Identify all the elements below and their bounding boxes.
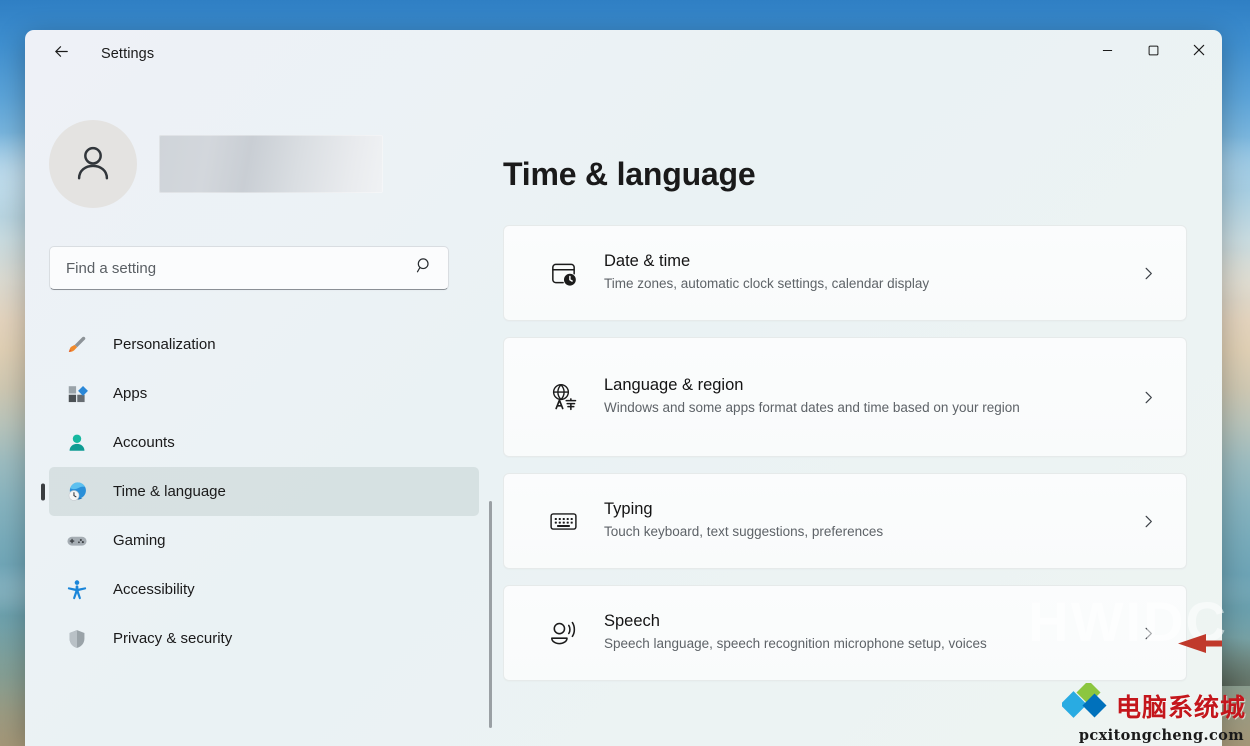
gamepad-icon xyxy=(65,529,89,553)
sidebar-item-privacy-and-security[interactable]: Privacy & security xyxy=(49,614,479,663)
minimize-icon xyxy=(1102,43,1113,61)
sidebar-item-time-and-language[interactable]: Time & language xyxy=(49,467,479,516)
search-icon[interactable] xyxy=(415,256,434,280)
minimize-button[interactable] xyxy=(1084,30,1130,74)
sidebar-item-label: Accounts xyxy=(113,434,175,451)
sidebar-nav-list: Personalization Apps Accounts Time & lan… xyxy=(25,320,503,663)
sidebar-scrollbar[interactable] xyxy=(489,501,492,728)
card-text: Language & region Windows and some apps … xyxy=(604,376,1136,418)
globe-clock-icon xyxy=(65,480,89,504)
avatar xyxy=(49,120,137,208)
card-text: Speech Speech language, speech recogniti… xyxy=(604,612,1136,654)
maximize-button[interactable] xyxy=(1130,30,1176,74)
card-speech[interactable]: Speech Speech language, speech recogniti… xyxy=(503,585,1187,681)
sidebar-item-label: Personalization xyxy=(113,336,216,353)
chevron-right-icon xyxy=(1136,385,1160,409)
search-box[interactable] xyxy=(49,246,449,290)
close-icon xyxy=(1193,43,1205,61)
sidebar-item-label: Time & language xyxy=(113,483,226,500)
sidebar-item-label: Gaming xyxy=(113,532,166,549)
sidebar-item-gaming[interactable]: Gaming xyxy=(49,516,479,565)
close-button[interactable] xyxy=(1176,30,1222,74)
person-icon xyxy=(65,431,89,455)
settings-window: Settings Find a setting Personalization … xyxy=(25,30,1222,746)
main-content: Time & language Date & time Time zones, … xyxy=(503,78,1222,746)
card-title: Language & region xyxy=(604,376,744,395)
window-body: Personalization Apps xyxy=(25,78,1222,746)
card-subtitle: Speech language, speech recognition micr… xyxy=(604,636,987,652)
sidebar-item-label: Accessibility xyxy=(113,581,195,598)
sidebar: Personalization Apps xyxy=(25,78,503,746)
speech-icon xyxy=(546,616,580,650)
title-bar: Settings xyxy=(25,30,1222,78)
sidebar-item-apps[interactable]: Apps xyxy=(49,369,479,418)
card-title: Speech xyxy=(604,612,660,631)
chevron-right-icon xyxy=(1136,261,1160,285)
account-profile[interactable] xyxy=(49,120,503,208)
accessibility-icon xyxy=(65,578,89,602)
card-title: Typing xyxy=(604,500,653,519)
page-title: Time & language xyxy=(503,156,756,192)
user-avatar-icon xyxy=(70,139,116,190)
chevron-right-icon xyxy=(1136,509,1160,533)
back-arrow-icon xyxy=(52,42,71,66)
search-input[interactable] xyxy=(66,259,415,277)
account-name-redacted xyxy=(159,135,383,193)
sidebar-item-label: Privacy & security xyxy=(113,630,233,647)
globe-language-icon xyxy=(546,380,580,414)
apps-grid-icon xyxy=(65,382,89,406)
maximize-icon xyxy=(1148,43,1159,61)
card-title: Date & time xyxy=(604,252,691,271)
keyboard-icon xyxy=(546,504,580,538)
sidebar-item-personalization[interactable]: Personalization xyxy=(49,320,479,369)
card-subtitle: Windows and some apps format dates and t… xyxy=(604,400,1020,416)
sidebar-item-accessibility[interactable]: Accessibility xyxy=(49,565,479,614)
window-controls xyxy=(1084,30,1222,74)
card-text: Typing Touch keyboard, text suggestions,… xyxy=(604,500,1136,542)
desktop-wallpaper: Settings Find a setting Personalization … xyxy=(0,0,1250,746)
sidebar-item-accounts[interactable]: Accounts xyxy=(49,418,479,467)
card-date-and-time[interactable]: Date & time Time zones, automatic clock … xyxy=(503,225,1187,321)
card-text: Date & time Time zones, automatic clock … xyxy=(604,252,1136,294)
paintbrush-icon xyxy=(65,333,89,357)
back-button[interactable] xyxy=(43,38,79,70)
chevron-right-icon xyxy=(1136,621,1160,645)
shield-icon xyxy=(65,627,89,651)
sidebar-item-label: Apps xyxy=(113,385,148,402)
card-subtitle: Time zones, automatic clock settings, ca… xyxy=(604,276,930,292)
window-title: Settings xyxy=(101,46,155,62)
card-subtitle: Touch keyboard, text suggestions, prefer… xyxy=(604,524,884,540)
card-typing[interactable]: Typing Touch keyboard, text suggestions,… xyxy=(503,473,1187,569)
card-language-and-region[interactable]: Language & region Windows and some apps … xyxy=(503,337,1187,457)
calendar-clock-icon xyxy=(546,256,580,290)
